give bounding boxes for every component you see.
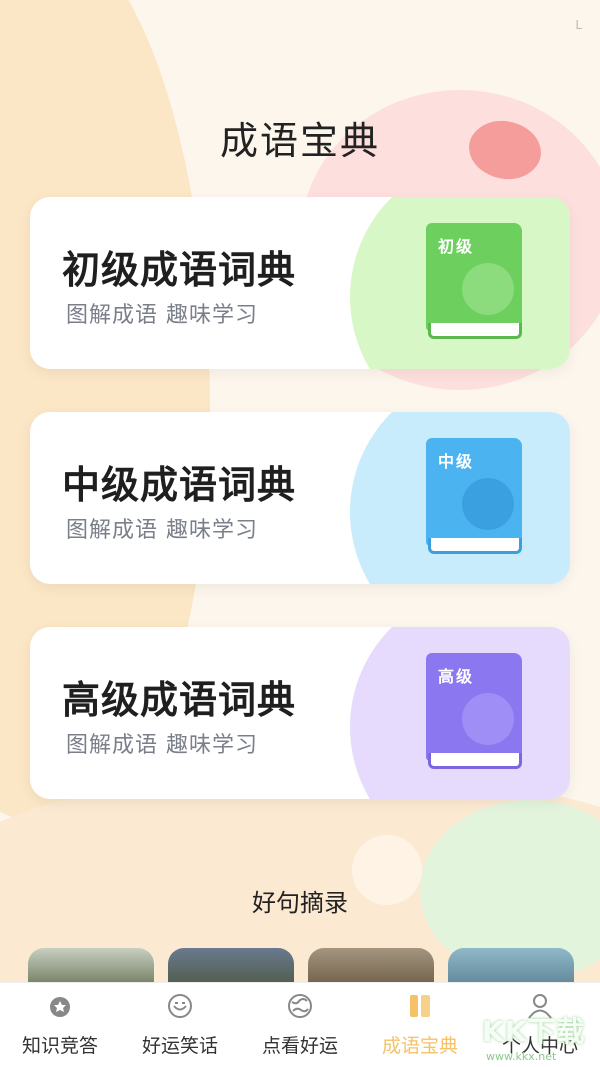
watermark-logo: KK下载 — [482, 1015, 586, 1048]
tab-idiom-dictionary[interactable]: 成语宝典 — [360, 983, 480, 1067]
book-icon: 高级 — [426, 653, 522, 775]
tab-label: 知识竞答 — [21, 1035, 98, 1057]
globe-icon — [288, 994, 312, 1018]
card-intermediate-dictionary[interactable]: 中级成语词典 图解成语 趣味学习 中级 — [30, 412, 570, 584]
compass-icon — [462, 263, 514, 315]
book-icon: 初级 — [426, 223, 522, 345]
smile-icon — [168, 994, 192, 1018]
books-icon — [410, 995, 430, 1017]
card-title: 高级成语词典 — [62, 678, 297, 722]
watermark-url: www.kkx.net — [486, 1050, 557, 1063]
tab-fortune[interactable]: 点看好运 — [240, 983, 360, 1067]
notebook-icon — [462, 693, 514, 745]
book-level-label: 高级 — [438, 667, 475, 686]
medal-icon — [50, 997, 70, 1017]
card-title: 初级成语词典 — [62, 248, 297, 292]
card-beginner-dictionary[interactable]: 初级成语词典 图解成语 趣味学习 初级 — [30, 197, 570, 369]
card-advanced-dictionary[interactable]: 高级成语词典 图解成语 趣味学习 高级 — [30, 627, 570, 799]
status-indicator: L — [575, 18, 582, 32]
book-level-label: 初级 — [438, 237, 475, 256]
tab-label: 点看好运 — [261, 1035, 338, 1057]
page-title: 成语宝典 — [219, 119, 380, 163]
book-level-label: 中级 — [438, 452, 475, 471]
tab-jokes[interactable]: 好运笑话 — [120, 983, 240, 1067]
tab-knowledge-quiz[interactable]: 知识竞答 — [0, 983, 120, 1067]
card-subtitle: 图解成语 趣味学习 — [66, 303, 258, 328]
section-title: 好句摘录 — [252, 889, 348, 917]
tab-label: 好运笑话 — [141, 1035, 218, 1057]
tab-label: 成语宝典 — [381, 1035, 458, 1057]
pen-nib-icon — [462, 478, 514, 530]
card-title: 中级成语词典 — [62, 463, 297, 507]
card-subtitle: 图解成语 趣味学习 — [66, 733, 258, 758]
card-subtitle: 图解成语 趣味学习 — [66, 518, 258, 543]
book-icon: 中级 — [426, 438, 522, 560]
